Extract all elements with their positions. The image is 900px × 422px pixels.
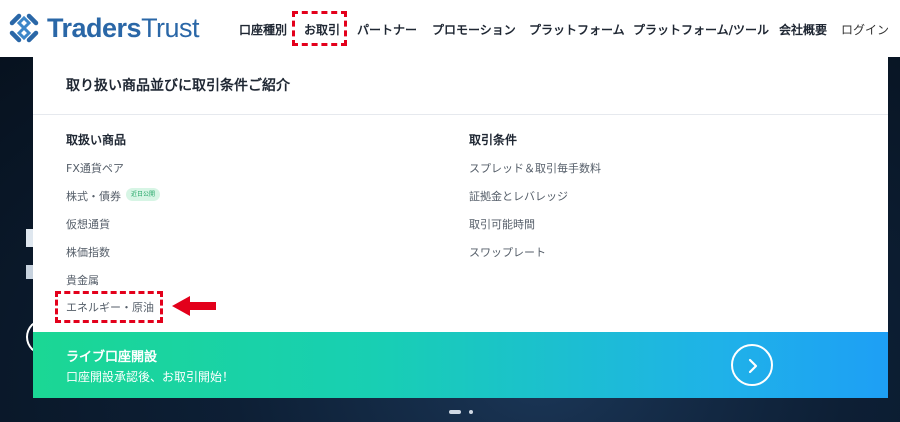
- panel-title: 取り扱い商品並びに取引条件ご紹介: [66, 78, 290, 94]
- nav-platforms[interactable]: プラットフォーム: [529, 21, 625, 37]
- chevron-right-icon: [748, 358, 758, 374]
- coming-soon-badge: 近日公開: [126, 188, 161, 201]
- divider: [33, 114, 888, 115]
- open-live-account-banner[interactable]: ライブ口座開設 口座開設承認後、お取引開始！: [33, 332, 888, 398]
- condition-trading-hours[interactable]: 取引可能時間: [469, 216, 535, 232]
- cta-next-button[interactable]: [731, 344, 773, 386]
- red-arrow-left-icon: [172, 296, 216, 316]
- product-precious-metals[interactable]: 貴金属: [66, 272, 99, 288]
- carousel-dot-active[interactable]: [449, 410, 461, 414]
- traders-trust-logo-icon: [9, 13, 39, 43]
- nav-platforms-tools[interactable]: プラットフォーム/ツール: [633, 21, 769, 37]
- condition-swap-rates[interactable]: スワップレート: [469, 244, 546, 260]
- products-heading: 取扱い商品: [66, 133, 127, 147]
- cta-subtitle: 口座開設承認後、お取引開始！: [66, 370, 235, 384]
- product-indices[interactable]: 株価指数: [66, 244, 110, 260]
- nav-company[interactable]: 会社概要: [779, 21, 827, 37]
- logo-text: TradersTrust: [47, 12, 200, 43]
- energy-oil-highlight-box: [55, 291, 163, 323]
- conditions-heading: 取引条件: [469, 133, 518, 147]
- trading-highlight-box: [292, 11, 347, 46]
- condition-margin-leverage[interactable]: 証拠金とレバレッジ: [469, 188, 568, 204]
- logo[interactable]: TradersTrust: [7, 11, 200, 45]
- product-fx-pairs[interactable]: FX通貨ペア: [66, 160, 124, 176]
- trading-dropdown-panel: 取り扱い商品並びに取引条件ご紹介 取扱い商品 FX通貨ペア 株式・債券 近日公開…: [33, 57, 888, 398]
- condition-spreads-commission[interactable]: スプレッド＆取引毎手数料: [469, 160, 601, 176]
- nav-login[interactable]: ログイン: [841, 21, 889, 37]
- product-stocks-bonds[interactable]: 株式・債券: [66, 188, 121, 204]
- carousel-dots: [449, 410, 473, 414]
- nav-partners[interactable]: パートナー: [357, 21, 417, 37]
- product-crypto[interactable]: 仮想通貨: [66, 216, 110, 232]
- nav-account-types[interactable]: 口座種別: [239, 21, 287, 37]
- carousel-dot[interactable]: [469, 410, 473, 414]
- cta-title: ライブ口座開設: [66, 350, 158, 365]
- site-header: TradersTrust 口座種別 お取引 パートナー プロモーション プラット…: [0, 0, 900, 57]
- nav-promotions[interactable]: プロモーション: [432, 21, 516, 37]
